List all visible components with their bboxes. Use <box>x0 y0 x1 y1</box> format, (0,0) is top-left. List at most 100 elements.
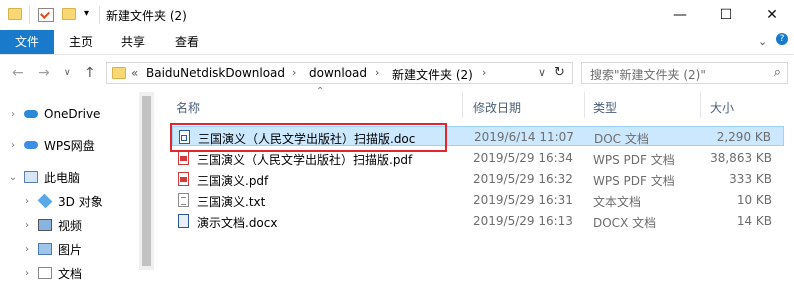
video-icon <box>38 219 52 231</box>
column-header-size[interactable]: 大小 <box>710 99 734 116</box>
breadcrumb-separator-icon[interactable]: › <box>292 66 296 79</box>
navigation-pane: › OneDrive › WPS网盘 ⌄ 此电脑 › 3D 对象 › 视频 › … <box>0 92 155 281</box>
file-list: ⌃ 名称 修改日期 类型 大小 三国演义（人民文学出版社）扫描版.doc 201… <box>160 86 794 270</box>
refresh-icon[interactable]: ↻ <box>554 65 565 80</box>
back-icon[interactable]: ← <box>12 65 24 81</box>
file-type: WPS PDF 文档 <box>593 153 675 167</box>
nav-item-label: 文档 <box>58 266 83 281</box>
divider <box>99 6 100 24</box>
file-row[interactable]: 三国演义（人民文学出版社）扫描版.doc 2019/6/14 11:07 DOC… <box>172 126 784 146</box>
folder-icon <box>8 8 22 20</box>
nav-scrollbar-thumb[interactable] <box>142 96 151 266</box>
nav-item-label: 视频 <box>58 218 83 233</box>
overflow-chevron-icon[interactable]: « <box>131 66 138 80</box>
file-date: 2019/5/29 16:32 <box>473 172 573 186</box>
nav-item-wps[interactable]: › WPS网盘 <box>6 135 95 155</box>
breadcrumb-item[interactable]: download <box>309 66 367 80</box>
docx-file-icon <box>178 214 189 228</box>
nav-item-pictures[interactable]: › 图片 <box>20 239 82 259</box>
file-row[interactable]: 三国演义（人民文学出版社）扫描版.pdf 2019/5/29 16:34 WPS… <box>172 148 784 168</box>
search-placeholder: 搜索"新建文件夹 (2)" <box>590 68 706 82</box>
nav-item-label: 此电脑 <box>44 170 81 185</box>
cloud-icon <box>24 110 38 118</box>
nav-item-this-pc[interactable]: ⌄ 此电脑 <box>6 167 80 187</box>
file-type: DOC 文档 <box>594 132 649 146</box>
folder-icon <box>112 67 126 79</box>
column-header-name[interactable]: 名称 <box>176 99 200 116</box>
chevron-right-icon[interactable]: › <box>20 196 34 207</box>
search-icon[interactable]: ⌕ <box>774 65 781 80</box>
nav-item-label: OneDrive <box>44 107 101 121</box>
pdf-file-icon <box>178 151 189 165</box>
file-date: 2019/5/29 16:13 <box>473 214 573 228</box>
column-header-type[interactable]: 类型 <box>593 99 617 116</box>
file-name: 三国演义（人民文学出版社）扫描版.pdf <box>197 153 413 167</box>
breadcrumb-separator-icon[interactable]: › <box>375 66 379 79</box>
forward-icon[interactable]: → <box>38 65 50 81</box>
file-row[interactable]: 三国演义.pdf 2019/5/29 16:32 WPS PDF 文档 333 … <box>172 169 784 189</box>
chevron-right-icon[interactable]: › <box>20 220 34 231</box>
file-name: 演示文档.docx <box>197 216 278 230</box>
file-size: 38,863 KB <box>710 151 772 165</box>
tab-home[interactable]: 主页 <box>56 30 106 54</box>
file-date: 2019/6/14 11:07 <box>474 130 574 144</box>
nav-item-label: 图片 <box>58 242 83 257</box>
address-bar[interactable]: « BaiduNetdiskDownload › download › 新建文件… <box>106 62 573 84</box>
new-folder-icon[interactable] <box>62 8 76 20</box>
sort-indicator-icon: ⌃ <box>316 86 325 97</box>
column-header-date[interactable]: 修改日期 <box>473 99 521 116</box>
nav-item-3d[interactable]: › 3D 对象 <box>20 191 103 211</box>
breadcrumb-separator-icon[interactable]: › <box>482 66 486 79</box>
properties-icon[interactable] <box>38 8 54 22</box>
cloud-icon <box>24 141 38 149</box>
cube-icon <box>37 193 53 209</box>
title-bar: ▾ 新建文件夹 (2) — ☐ ✕ <box>0 0 794 30</box>
chevron-right-icon[interactable]: › <box>6 109 20 120</box>
file-size: 10 KB <box>736 193 772 207</box>
nav-item-label: 3D 对象 <box>58 194 103 209</box>
doc-file-icon <box>179 130 190 144</box>
column-divider[interactable] <box>584 92 585 118</box>
file-name: 三国演义（人民文学出版社）扫描版.doc <box>198 132 416 146</box>
maximize-button[interactable]: ☐ <box>703 0 749 30</box>
chevron-right-icon[interactable]: › <box>20 268 34 279</box>
chevron-down-icon[interactable]: ⌄ <box>6 172 20 183</box>
tab-share[interactable]: 共享 <box>108 30 158 54</box>
column-divider[interactable] <box>462 92 463 118</box>
file-date: 2019/5/29 16:34 <box>473 151 573 165</box>
tab-file[interactable]: 文件 <box>0 30 54 54</box>
recent-locations-icon[interactable]: ∨ <box>64 68 71 78</box>
image-icon <box>38 243 52 255</box>
file-type: DOCX 文档 <box>593 216 657 230</box>
txt-file-icon <box>178 193 189 207</box>
column-divider[interactable] <box>700 92 701 118</box>
chevron-right-icon[interactable]: › <box>6 140 20 151</box>
file-row[interactable]: 演示文档.docx 2019/5/29 16:13 DOCX 文档 14 KB <box>172 211 784 231</box>
computer-icon <box>24 171 38 183</box>
up-icon[interactable]: ↑ <box>84 65 96 81</box>
search-input[interactable]: 搜索"新建文件夹 (2)" ⌕ <box>581 62 788 84</box>
tab-view[interactable]: 查看 <box>162 30 212 54</box>
minimize-button[interactable]: — <box>657 0 703 30</box>
nav-item-documents[interactable]: › 文档 <box>20 263 82 283</box>
divider <box>29 6 30 24</box>
help-icon[interactable]: ? <box>776 33 788 45</box>
address-dropdown-icon[interactable]: ∨ <box>538 66 546 79</box>
ribbon-tabs: 文件 主页 共享 查看 ⌄ ? <box>0 30 794 55</box>
file-type: WPS PDF 文档 <box>593 174 675 188</box>
customize-toolbar-icon[interactable]: ▾ <box>84 8 89 19</box>
window-title: 新建文件夹 (2) <box>106 9 187 23</box>
pdf-file-icon <box>178 172 189 186</box>
chevron-down-icon[interactable]: ⌄ <box>758 35 767 48</box>
breadcrumb-item[interactable]: 新建文件夹 (2) <box>392 66 473 83</box>
breadcrumb-item[interactable]: BaiduNetdiskDownload <box>146 66 285 80</box>
chevron-right-icon[interactable]: › <box>20 244 34 255</box>
nav-item-label: WPS网盘 <box>44 138 95 153</box>
file-type: 文本文档 <box>593 195 642 209</box>
nav-item-videos[interactable]: › 视频 <box>20 215 82 235</box>
file-row[interactable]: 三国演义.txt 2019/5/29 16:31 文本文档 10 KB <box>172 190 784 210</box>
close-button[interactable]: ✕ <box>749 0 794 30</box>
address-row: ← → ∨ ↑ « BaiduNetdiskDownload › downloa… <box>0 55 794 91</box>
file-size: 333 KB <box>729 172 772 186</box>
nav-item-onedrive[interactable]: › OneDrive <box>6 104 100 124</box>
